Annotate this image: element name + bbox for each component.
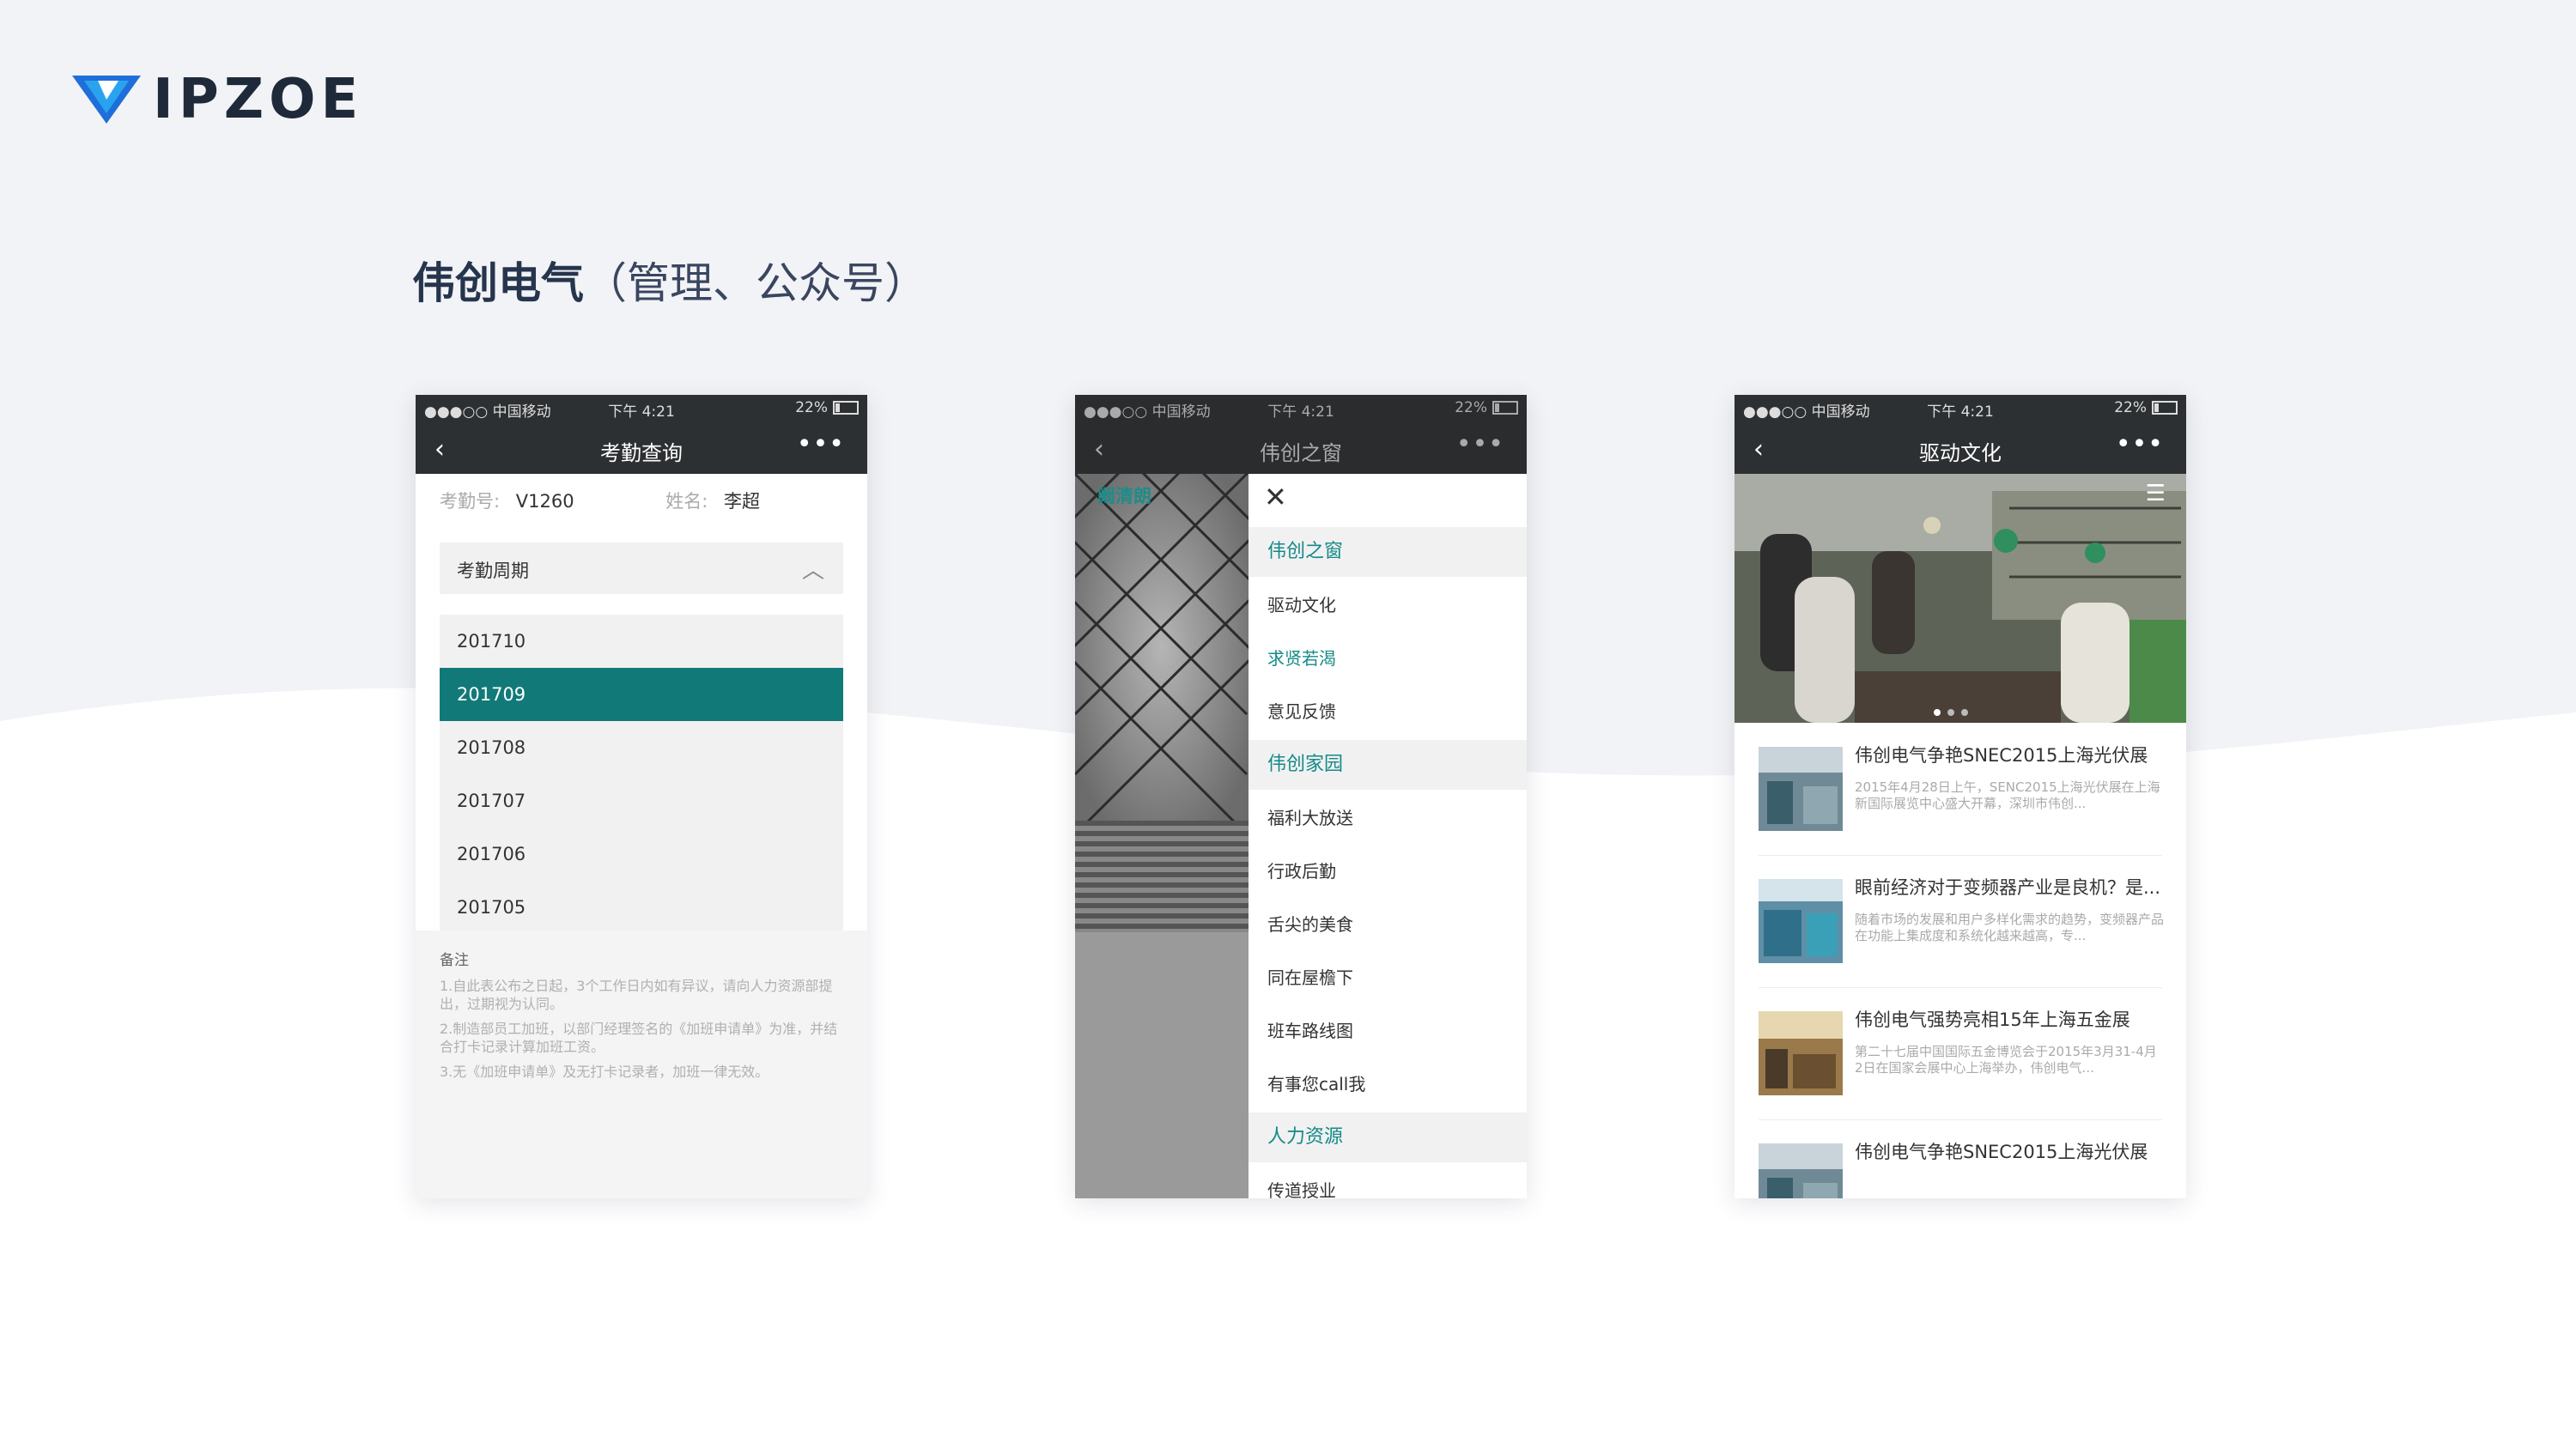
nav-bar: ‹ 考勤查询 ••• — [416, 422, 867, 474]
more-dots-icon[interactable]: ••• — [1456, 429, 1504, 459]
news-thumbnail — [1759, 1143, 1843, 1198]
name-label: 姓名: — [665, 491, 708, 512]
close-icon[interactable]: ✕ — [1264, 481, 1287, 513]
brand-logo: IPZOE — [72, 72, 363, 127]
cafe-photo — [1735, 474, 2186, 723]
news-item[interactable]: 伟创电气强势亮相15年上海五金展 第二十七届中国国际五金博览会于2015年3月3… — [1759, 987, 2162, 1120]
more-dots-icon[interactable]: ••• — [2116, 429, 2164, 459]
period-option[interactable]: 201710 — [440, 615, 843, 668]
note-text: 2.制造部员工加班，以部门经理签名的《加班申请单》为准，并结合打卡记录计算加班工… — [440, 1021, 838, 1055]
battery-indicator: 22% — [795, 399, 859, 416]
user-name: 阚清朗 — [1097, 486, 1151, 506]
page-title-sub: （管理、公众号） — [584, 258, 927, 308]
menu-item-bus-route[interactable]: 班车路线图 — [1249, 1006, 1527, 1056]
logo-mark-icon — [72, 76, 141, 124]
battery-percent: 22% — [1455, 399, 1487, 416]
phone-menu: ●●●○○ 中国移动 下午 4:21 22% ‹ 伟创之窗 ••• 阚清朗 ✕ … — [1075, 395, 1527, 1198]
news-title: 眼前经济对于变频器产业是良机？是... — [1855, 877, 2161, 898]
news-item[interactable]: 伟创电气争艳SNEC2015上海光伏展 2015年4月28日上午，SENC201… — [1759, 723, 2162, 856]
battery-percent: 22% — [795, 399, 828, 416]
note-text: 1.自此表公布之日起，3个工作日内如有异议，请向人力资源部提出，过期视为认同。 — [440, 978, 833, 1012]
period-label: 考勤周期 — [457, 561, 529, 581]
news-list: 伟创电气争艳SNEC2015上海光伏展 2015年4月28日上午，SENC201… — [1735, 723, 2186, 1198]
battery-percent: 22% — [2114, 399, 2147, 416]
news-item[interactable]: 伟创电气争艳SNEC2015上海光伏展 — [1759, 1119, 2162, 1198]
attendance-body: 考勤号: V1260 姓名: 李超 考勤周期 ︿ 201710 201709 2… — [416, 474, 867, 1198]
menu-item-call-me[interactable]: 有事您call我 — [1249, 1059, 1527, 1109]
more-dots-icon[interactable]: ••• — [797, 429, 845, 459]
news-title: 伟创电气争艳SNEC2015上海光伏展 — [1855, 745, 2148, 766]
battery-indicator: 22% — [1455, 399, 1518, 416]
menu-item-culture[interactable]: 驱动文化 — [1249, 580, 1527, 630]
news-desc: 随着市场的发展和用户多样化需求的趋势，变频器产品在功能上集成度和系统化越来越高，… — [1855, 912, 2165, 943]
id-label: 考勤号: — [440, 491, 501, 512]
battery-icon — [833, 401, 859, 415]
period-option[interactable]: 201706 — [440, 828, 843, 881]
id-value: V1260 — [515, 491, 574, 512]
page-title: 伟创电气（管理、公众号） — [412, 249, 927, 311]
menu-item-admin[interactable]: 行政后勤 — [1249, 846, 1527, 896]
menu-item-feedback[interactable]: 意见反馈 — [1249, 687, 1527, 737]
menu-item-recruit[interactable]: 求贤若渴 — [1249, 634, 1527, 683]
phone-attendance: ●●●○○ 中国移动 下午 4:21 22% ‹ 考勤查询 ••• 考勤号: V… — [416, 395, 867, 1198]
menu-section-window[interactable]: 伟创之窗 — [1249, 527, 1527, 577]
menu-item-colleagues[interactable]: 同在屋檐下 — [1249, 953, 1527, 1003]
news-item[interactable]: 眼前经济对于变频器产业是良机？是... 随着市场的发展和用户多样化需求的趋势，变… — [1759, 855, 2165, 988]
news-thumbnail — [1759, 1011, 1843, 1095]
news-thumbnail — [1759, 879, 1843, 963]
menu-section-home[interactable]: 伟创家园 — [1249, 740, 1527, 790]
menu-item-training[interactable]: 传道授业 — [1249, 1166, 1527, 1198]
architecture-photo — [1075, 474, 1249, 821]
employee-info: 考勤号: V1260 姓名: 李超 — [440, 488, 760, 513]
drawer-backdrop: 阚清朗 — [1075, 474, 1249, 1198]
photo-stripes — [1075, 821, 1249, 932]
battery-icon — [1492, 401, 1518, 415]
notes-section: 备注 1.自此表公布之日起，3个工作日内如有异议，请向人力资源部提出，过期视为认… — [416, 931, 867, 1198]
menu-section-hr[interactable]: 人力资源 — [1249, 1113, 1527, 1162]
news-title: 伟创电气强势亮相15年上海五金展 — [1855, 1009, 2130, 1030]
status-bar: ●●●○○ 中国移动 下午 4:21 22% — [1075, 395, 1527, 422]
chevron-up-icon: ︿ — [801, 558, 824, 584]
menu-item-welfare[interactable]: 福利大放送 — [1249, 793, 1527, 843]
nav-bar: ‹ 驱动文化 ••• — [1735, 422, 2186, 474]
status-bar: ●●●○○ 中国移动 下午 4:21 22% — [1735, 395, 2186, 422]
news-title: 伟创电气争艳SNEC2015上海光伏展 — [1855, 1142, 2148, 1162]
nav-bar: ‹ 伟创之窗 ••• — [1075, 422, 1527, 474]
logo-text: IPZOE — [153, 68, 364, 131]
status-bar: ●●●○○ 中国移动 下午 4:21 22% — [416, 395, 867, 422]
news-thumbnail — [1759, 747, 1843, 831]
period-option[interactable]: 201707 — [440, 774, 843, 828]
period-dropdown[interactable]: 考勤周期 ︿ — [440, 543, 843, 594]
news-desc: 第二十七届中国国际五金博览会于2015年3月31-4月2日在国家会展中心上海举办… — [1855, 1044, 2157, 1076]
period-option[interactable]: 201705 — [440, 881, 843, 934]
period-option-selected[interactable]: 201709 — [440, 668, 843, 721]
note-text: 3.无《加班申请单》及无打卡记录者，加班一律无效。 — [440, 1064, 769, 1080]
news-desc: 2015年4月28日上午，SENC2015上海光伏展在上海新国际展览中心盛大开幕… — [1855, 779, 2160, 811]
name-value: 李超 — [724, 491, 761, 512]
phone-culture: ●●●○○ 中国移动 下午 4:21 22% ‹ 驱动文化 ••• ☰ 伟创电气… — [1735, 395, 2186, 1198]
period-option[interactable]: 201708 — [440, 721, 843, 774]
drawer-menu: ✕ 伟创之窗 驱动文化 求贤若渴 意见反馈 伟创家园 福利大放送 行政后勤 舌尖… — [1249, 474, 1527, 1198]
battery-icon — [2152, 401, 2178, 415]
hero-banner[interactable]: ☰ — [1735, 474, 2186, 723]
period-list: 201710 201709 201708 201707 201706 20170… — [440, 615, 843, 934]
battery-indicator: 22% — [2114, 399, 2178, 416]
menu-item-food[interactable]: 舌尖的美食 — [1249, 900, 1527, 949]
page-title-main: 伟创电气 — [412, 258, 584, 308]
notes-heading: 备注 — [440, 952, 469, 969]
menu-icon[interactable]: ☰ — [2146, 481, 2166, 506]
